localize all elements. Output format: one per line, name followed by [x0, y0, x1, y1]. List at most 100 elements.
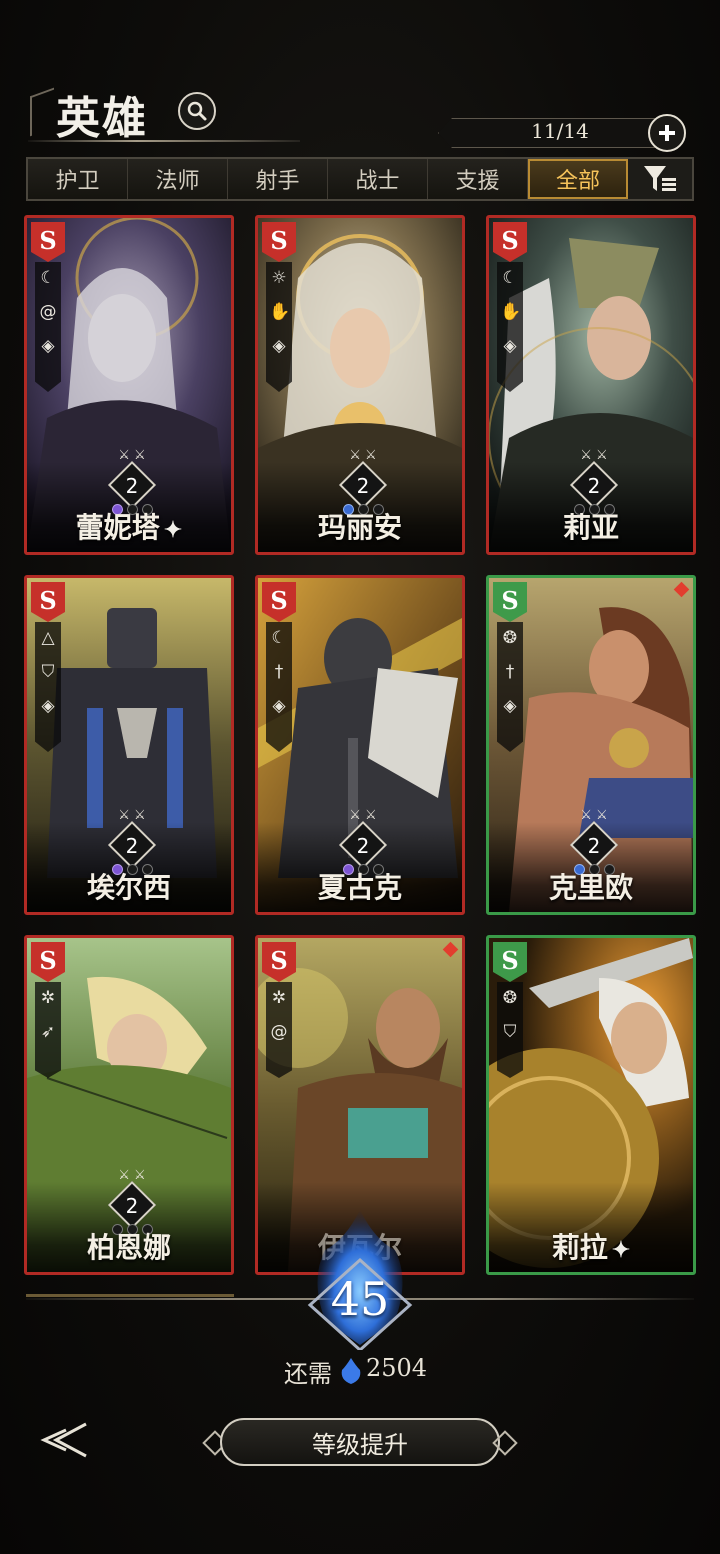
hero-name: 克里欧: [548, 871, 633, 904]
trait-icons: ✲ @: [266, 982, 292, 1078]
swirl-icon: @: [39, 302, 57, 322]
trait-icons: ☾ @ ◈: [35, 262, 61, 392]
rank-s-badge: S: [31, 582, 65, 622]
title-ornament: [30, 87, 54, 137]
rank-s-badge: S: [262, 942, 296, 982]
plus-icon: [659, 125, 675, 141]
dragon-icon: ◈: [503, 696, 517, 716]
hero-name: 蕾妮塔: [75, 511, 160, 544]
hero-name: 莉拉: [551, 1231, 608, 1264]
tab-support[interactable]: 支援: [428, 159, 528, 199]
svg-text:S: S: [270, 946, 287, 975]
dragon-icon: ◈: [272, 696, 286, 716]
hero-name: 玛丽安: [317, 511, 402, 544]
tab-mage[interactable]: 法师: [128, 159, 228, 199]
moon-horns-icon: ☾: [40, 268, 56, 288]
svg-text:S: S: [39, 586, 56, 615]
shield-icon: ⛉: [41, 662, 55, 682]
tab-all[interactable]: 全部: [528, 159, 628, 199]
hero-level: 2: [356, 474, 370, 498]
add-button[interactable]: [648, 114, 686, 152]
svg-text:S: S: [501, 946, 518, 975]
required-amount: 2504: [366, 1354, 428, 1382]
sword-icon: †: [274, 662, 284, 682]
trait-icons: ❂ ⛉: [497, 982, 523, 1078]
star-icon: ✦: [163, 517, 183, 543]
hero-name-line: 蕾妮塔 ✦: [27, 506, 231, 546]
triangle-icon: △: [41, 628, 55, 648]
hero-level: 2: [125, 1194, 139, 1218]
svg-text:S: S: [501, 226, 518, 255]
dragon-icon: ◈: [503, 336, 517, 356]
hero-count: 11/14: [531, 119, 589, 143]
hero-card[interactable]: S ☾ † ◈ ⚔ ⚔ 2 夏古克: [255, 575, 465, 915]
hero-card[interactable]: S ✲ ➶ ⚔ ⚔ 2 柏恩娜: [24, 935, 234, 1275]
shield-icon: ⛉: [503, 1022, 517, 1042]
rank-s-badge: S: [262, 222, 296, 262]
hero-card[interactable]: S ❂ ⛉ 莉拉 ✦: [486, 935, 696, 1275]
trait-icons: ❂ † ◈: [497, 622, 523, 752]
dragon-icon: ◈: [41, 336, 55, 356]
search-icon: [187, 101, 207, 121]
rank-s-badge: S: [31, 942, 65, 982]
hero-name: 夏古克: [317, 871, 402, 904]
search-button[interactable]: [178, 92, 216, 130]
sun-icon: ☼: [271, 268, 287, 288]
hero-card[interactable]: S ❂ † ◈ ⚔ ⚔ 2 克里欧: [486, 575, 696, 915]
trait-icons: ☾ † ◈: [266, 622, 292, 752]
dragon-icon: ◈: [272, 336, 286, 356]
svg-text:S: S: [270, 226, 287, 255]
page-title: 英雄: [56, 93, 148, 144]
back-icon[interactable]: [36, 1420, 92, 1460]
hero-card[interactable]: S △ ⛉ ◈ ⚔ ⚔ 2 埃尔西: [24, 575, 234, 915]
filter-button[interactable]: [628, 159, 692, 199]
hero-name: 莉亚: [562, 511, 619, 544]
svg-text:S: S: [501, 586, 518, 615]
hero-level: 2: [356, 834, 370, 858]
hero-card[interactable]: S ☾ @ ◈ ⚔ ⚔ 2 蕾妮塔 ✦: [24, 215, 234, 555]
class-tabs: 护卫 法师 射手 战士 支援 全部: [26, 157, 694, 201]
hero-name-line: 莉拉 ✦: [489, 1226, 693, 1266]
rank-s-badge: S: [262, 582, 296, 622]
trait-icons: ☾ ✋ ◈: [497, 262, 523, 392]
scroll-indicator: [26, 1294, 234, 1297]
svg-text:S: S: [39, 946, 56, 975]
star-icon: ✦: [611, 1237, 631, 1263]
hero-level: 2: [125, 474, 139, 498]
rank-s-badge: S: [493, 942, 527, 982]
svg-text:S: S: [270, 586, 287, 615]
moon-horns-icon: ☾: [271, 628, 287, 648]
required-label: 还需: [284, 1360, 332, 1388]
swirl-icon: @: [270, 1022, 288, 1042]
hero-card[interactable]: S ☾ ✋ ◈ ⚔ ⚔ 2 莉亚: [486, 215, 696, 555]
hero-card[interactable]: S ☼ ✋ ◈ ⚔ ⚔ 2 玛丽安: [255, 215, 465, 555]
hero-level: 2: [125, 834, 139, 858]
rank-s-badge: S: [493, 222, 527, 262]
dragon-icon: ◈: [41, 696, 55, 716]
trait-icons: ☼ ✋ ◈: [266, 262, 292, 392]
svg-text:S: S: [39, 226, 56, 255]
header: 英雄 11/14: [0, 0, 720, 152]
trait-icons: ✲ ➶: [35, 982, 61, 1078]
title-underline: [28, 140, 300, 142]
hand-icon: ✋: [500, 302, 522, 322]
blue-essence-icon: [341, 1358, 361, 1384]
flower-icon: ❂: [502, 988, 518, 1008]
tree-icon: ✲: [271, 988, 287, 1008]
player-level: 45: [330, 1272, 390, 1326]
hero-level: 2: [587, 834, 601, 858]
tab-warrior[interactable]: 战士: [328, 159, 428, 199]
rank-s-badge: S: [31, 222, 65, 262]
moon-horns-icon: ☾: [502, 268, 518, 288]
hero-name: 柏恩娜: [86, 1231, 171, 1264]
hand-icon: ✋: [269, 302, 291, 322]
trait-icons: △ ⛉ ◈: [35, 622, 61, 752]
flower-icon: ❂: [502, 628, 518, 648]
tab-archer[interactable]: 射手: [228, 159, 328, 199]
hero-name: 埃尔西: [86, 871, 171, 904]
filter-icon: [644, 166, 676, 191]
tree-icon: ✲: [40, 988, 56, 1008]
hero-level: 2: [587, 474, 601, 498]
level-up-button[interactable]: 等级提升: [220, 1418, 500, 1466]
tab-guardian[interactable]: 护卫: [28, 159, 128, 199]
